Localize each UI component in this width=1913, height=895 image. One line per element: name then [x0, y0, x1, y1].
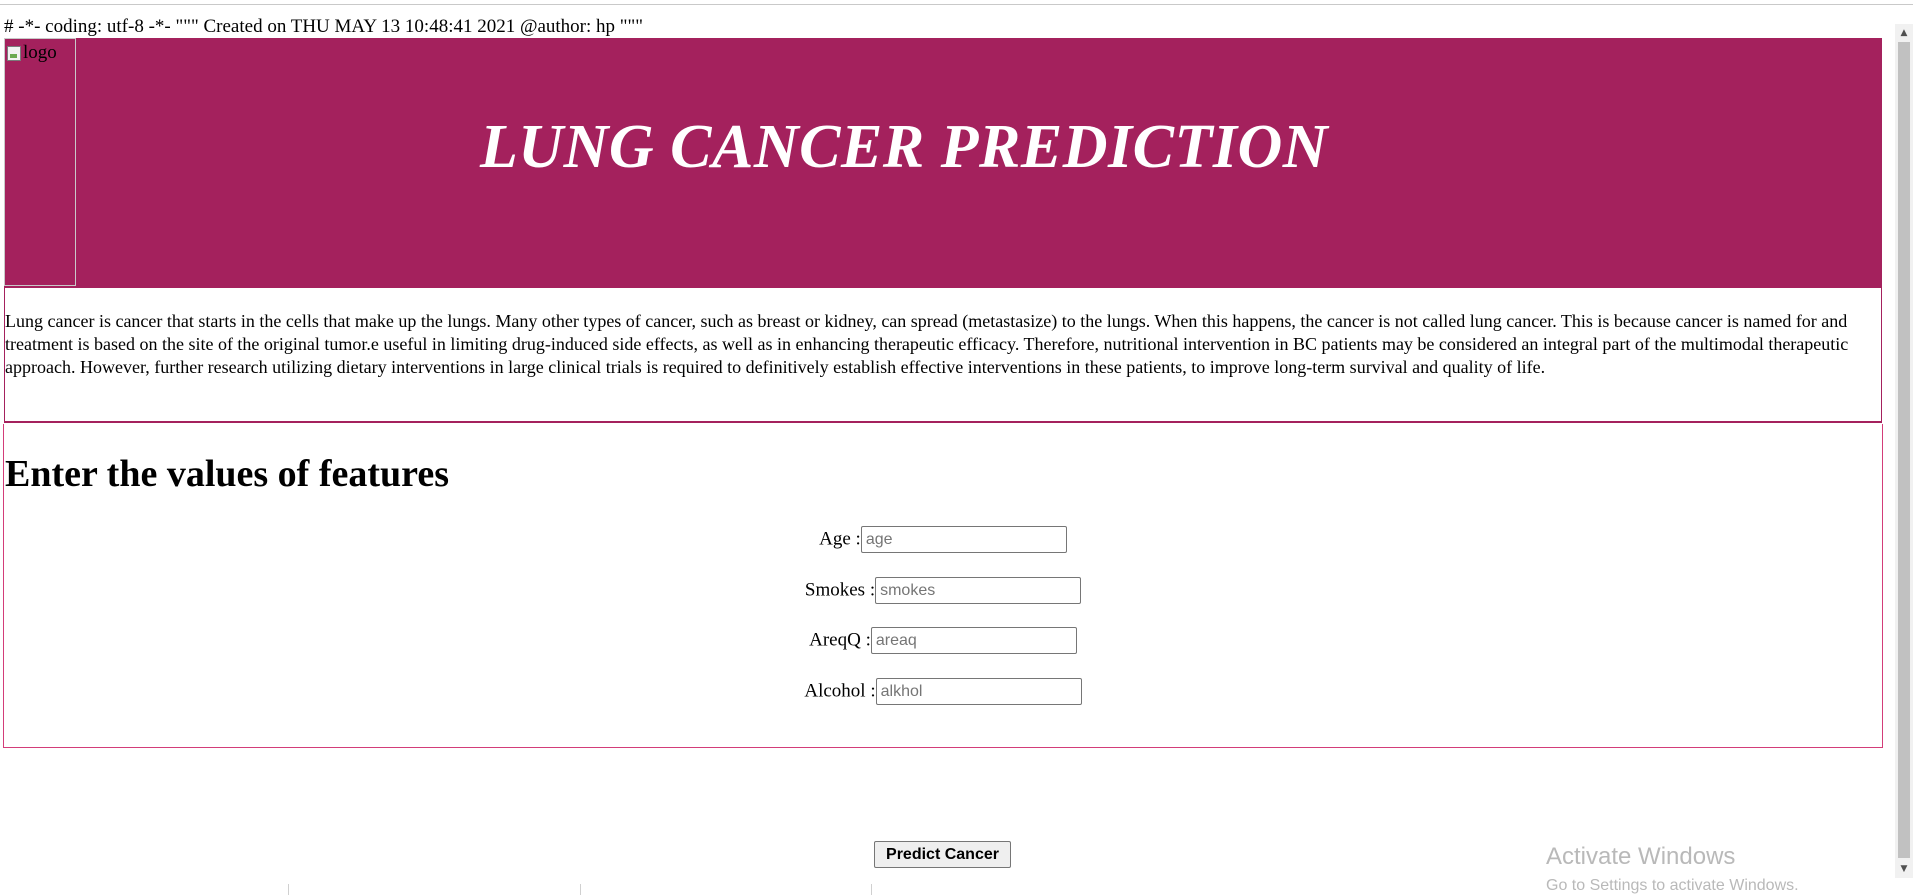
- areaq-label: AreqQ :: [809, 629, 871, 651]
- smokes-label: Smokes :: [804, 579, 876, 601]
- bottom-divider: [871, 884, 872, 895]
- watermark-subtitle: Go to Settings to activate Windows.: [1546, 877, 1799, 894]
- alcohol-label: Alcohol :: [804, 680, 876, 702]
- logo-alt-text: logo: [7, 42, 57, 64]
- activate-windows-watermark: Activate Windows Go to Settings to activ…: [1546, 843, 1799, 895]
- predict-cancer-button[interactable]: Predict Cancer: [874, 841, 1011, 868]
- watermark-title: Activate Windows: [1546, 843, 1736, 870]
- top-border-line: [0, 4, 1913, 5]
- bottom-divider: [288, 884, 289, 895]
- description-section: Lung cancer is cancer that starts in the…: [4, 288, 1882, 423]
- form-heading: Enter the values of features: [5, 453, 449, 495]
- header-code-comment: # -*- coding: utf-8 -*- """ Created on T…: [4, 16, 644, 37]
- broken-image-icon: [7, 45, 21, 61]
- age-input[interactable]: [860, 526, 1067, 553]
- scroll-down-arrow-icon[interactable]: ▼: [1895, 860, 1913, 878]
- vertical-scrollbar[interactable]: ▲ ▼: [1895, 24, 1913, 878]
- age-label: Age :: [819, 528, 861, 550]
- smokes-input[interactable]: [875, 577, 1082, 604]
- page-title: LUNG CANCER PREDICTION: [479, 113, 1329, 181]
- form-row-alcohol: Alcohol :: [4, 678, 1882, 705]
- scrollbar-thumb[interactable]: [1898, 42, 1910, 858]
- logo-alt-label: logo: [23, 42, 57, 63]
- areaq-input[interactable]: [870, 627, 1077, 654]
- description-text: Lung cancer is cancer that starts in the…: [5, 311, 1849, 377]
- page-banner: logo LUNG CANCER PREDICTION: [4, 38, 1882, 288]
- feature-form: Enter the values of features Age : Smoke…: [3, 424, 1883, 748]
- alcohol-input[interactable]: [875, 678, 1082, 705]
- form-row-age: Age :: [4, 526, 1882, 553]
- scroll-up-arrow-icon[interactable]: ▲: [1895, 24, 1913, 42]
- bottom-divider: [580, 884, 581, 895]
- form-row-areaq: AreqQ :: [4, 627, 1882, 654]
- form-row-smokes: Smokes :: [4, 577, 1882, 604]
